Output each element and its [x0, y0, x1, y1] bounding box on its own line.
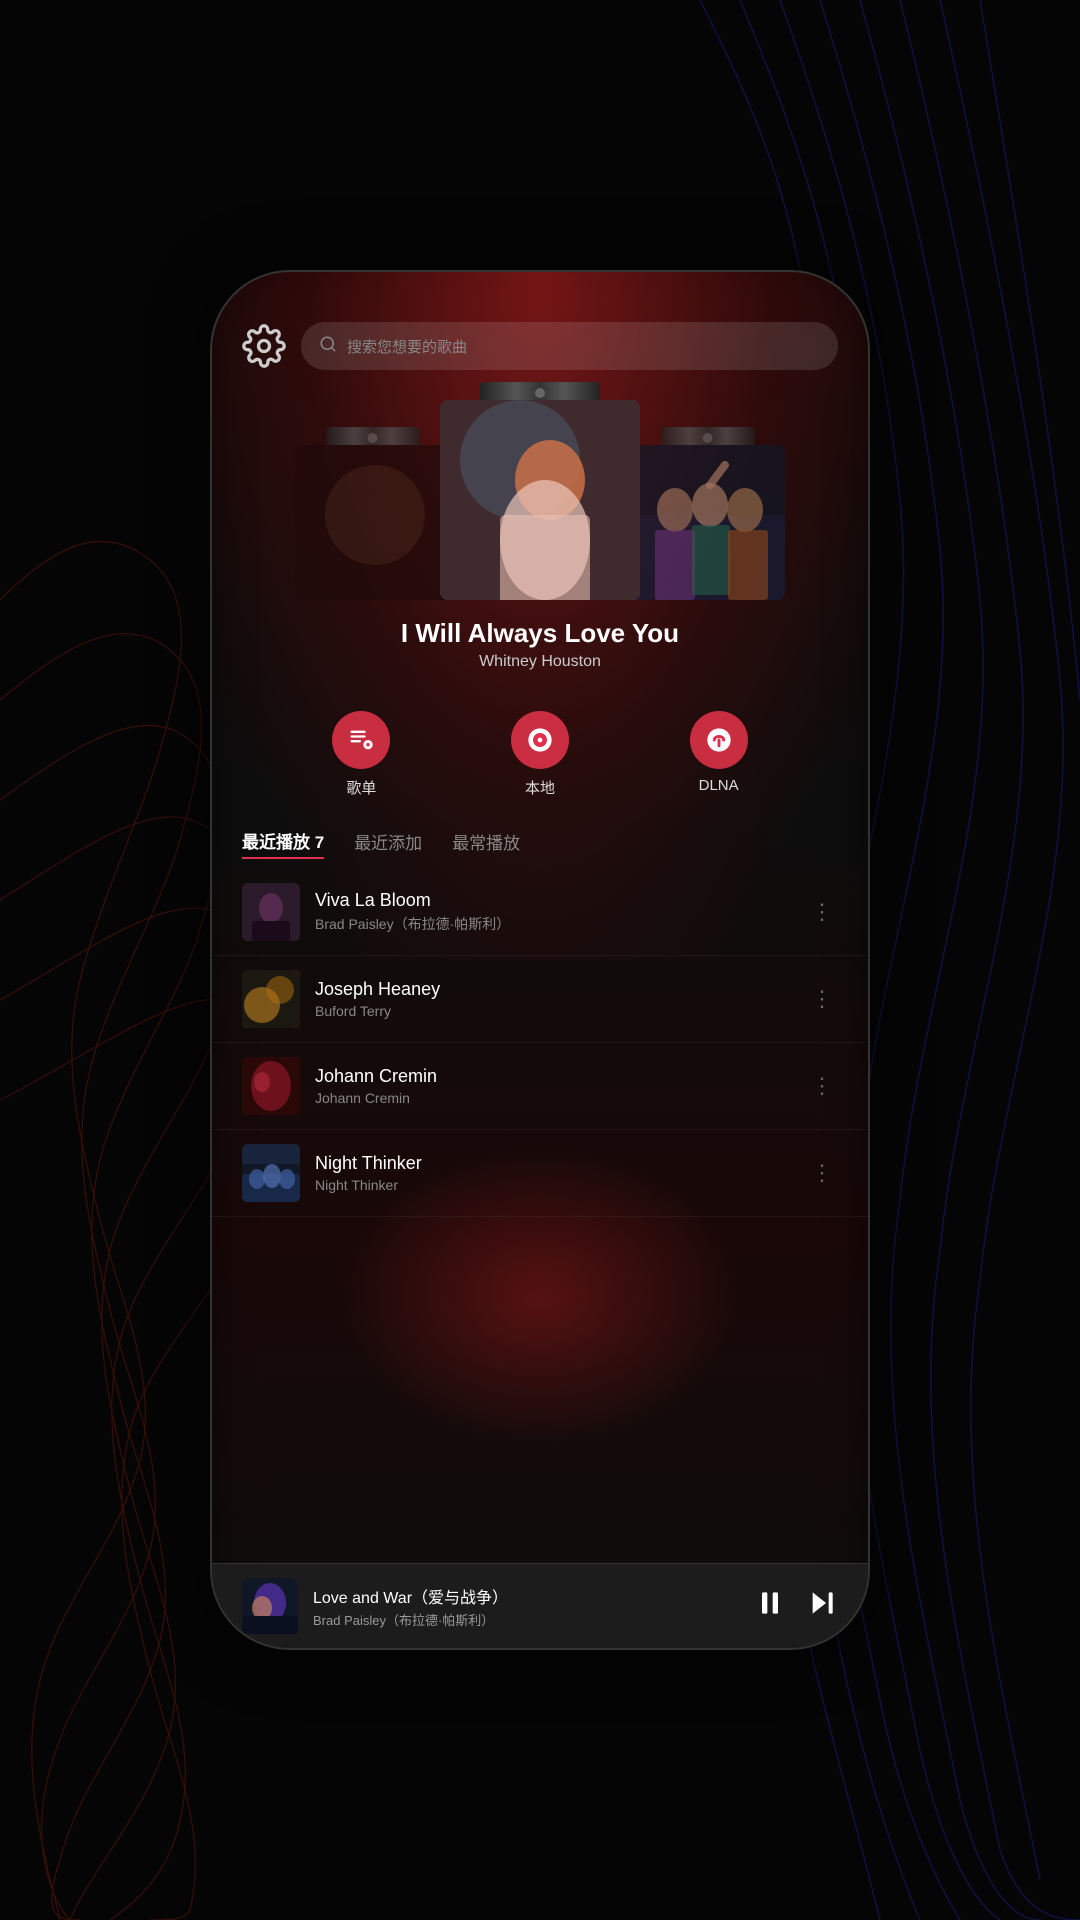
- song-artist-3: Night Thinker: [315, 1177, 791, 1193]
- song-artist-2: Johann Cremin: [315, 1090, 791, 1106]
- tabs-section: 最近播放 7 最近添加 最常播放: [212, 808, 868, 859]
- album-card-center[interactable]: [440, 400, 640, 600]
- nav-item-local[interactable]: 本地: [511, 711, 569, 798]
- song-info-2: Johann Cremin Johann Cremin: [315, 1066, 791, 1106]
- song-title-2: Johann Cremin: [315, 1066, 791, 1087]
- tabs-row: 最近播放 7 最近添加 最常播放: [242, 828, 838, 859]
- song-item-0[interactable]: Viva La Bloom Brad Paisley（布拉德·帕斯利） ⋮: [212, 869, 868, 956]
- nav-item-playlist[interactable]: 歌单: [332, 711, 390, 798]
- song-thumb-1: [242, 970, 300, 1028]
- album-card-left[interactable]: [295, 445, 450, 600]
- header: 搜索您想要的歌曲: [212, 272, 868, 390]
- search-icon: [319, 335, 337, 358]
- local-icon: [511, 711, 569, 769]
- nav-label-playlist: 歌单: [346, 777, 376, 798]
- nav-label-dlna: DLNA: [699, 777, 739, 794]
- settings-icon[interactable]: [242, 324, 286, 368]
- mini-thumb: [242, 1578, 298, 1634]
- song-thumb-2: [242, 1057, 300, 1115]
- song-title-3: Night Thinker: [315, 1153, 791, 1174]
- song-more-1[interactable]: ⋮: [806, 981, 838, 1017]
- mini-controls: [754, 1587, 838, 1626]
- song-info-1: Joseph Heaney Buford Terry: [315, 979, 791, 1019]
- nav-item-dlna[interactable]: DLNA: [690, 711, 748, 798]
- song-item-1[interactable]: Joseph Heaney Buford Terry ⋮: [212, 956, 868, 1043]
- mini-info: Love and War（爱与战争） Brad Paisley（布拉德·帕斯利）: [313, 1584, 739, 1629]
- song-more-2[interactable]: ⋮: [806, 1068, 838, 1104]
- mini-title: Love and War（爱与战争）: [313, 1584, 739, 1608]
- song-list: Viva La Bloom Brad Paisley（布拉德·帕斯利） ⋮: [212, 859, 868, 1563]
- song-info-0: Viva La Bloom Brad Paisley（布拉德·帕斯利）: [315, 890, 791, 934]
- now-playing-title: I Will Always Love You: [401, 618, 679, 649]
- tab-most-played[interactable]: 最常播放: [452, 829, 520, 858]
- next-button[interactable]: [806, 1587, 838, 1626]
- carousel-row: [212, 400, 868, 600]
- song-thumb-0: [242, 883, 300, 941]
- dlna-icon: [690, 711, 748, 769]
- song-item-3[interactable]: Night Thinker Night Thinker ⋮: [212, 1130, 868, 1217]
- song-artist-0: Brad Paisley（布拉德·帕斯利）: [315, 914, 791, 934]
- mini-artist: Brad Paisley（布拉德·帕斯利）: [313, 1610, 739, 1629]
- carousel-section: I Will Always Love You Whitney Houston: [212, 390, 868, 671]
- song-more-0[interactable]: ⋮: [806, 894, 838, 930]
- mini-player: Love and War（爱与战争） Brad Paisley（布拉德·帕斯利）: [212, 1563, 868, 1648]
- tab-recent-add[interactable]: 最近添加: [354, 829, 422, 858]
- search-placeholder: 搜索您想要的歌曲: [347, 336, 467, 357]
- song-thumb-3: [242, 1144, 300, 1202]
- album-card-right[interactable]: [630, 445, 785, 600]
- song-info-3: Night Thinker Night Thinker: [315, 1153, 791, 1193]
- song-title-0: Viva La Bloom: [315, 890, 791, 911]
- search-bar[interactable]: 搜索您想要的歌曲: [301, 322, 838, 370]
- pause-button[interactable]: [754, 1587, 786, 1626]
- now-playing-artist: Whitney Houston: [479, 653, 601, 671]
- nav-label-local: 本地: [525, 777, 555, 798]
- tab-recent[interactable]: 最近播放 7: [242, 828, 324, 859]
- song-item-2[interactable]: Johann Cremin Johann Cremin ⋮: [212, 1043, 868, 1130]
- nav-section: 歌单 本地: [212, 681, 868, 808]
- song-artist-1: Buford Terry: [315, 1003, 791, 1019]
- song-more-3[interactable]: ⋮: [806, 1155, 838, 1191]
- song-title-1: Joseph Heaney: [315, 979, 791, 1000]
- playlist-icon: [332, 711, 390, 769]
